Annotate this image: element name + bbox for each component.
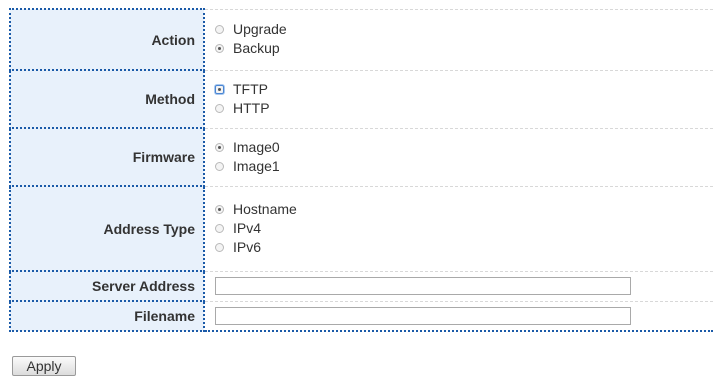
method-tftp-radio[interactable]: [215, 84, 224, 94]
firmware-image1-radio[interactable]: [215, 161, 224, 171]
firmware-label: Firmware: [9, 128, 205, 187]
address-type-option-ipv6[interactable]: IPv6: [215, 238, 713, 257]
firmware-image0-radio[interactable]: [215, 142, 224, 152]
method-option-http[interactable]: HTTP: [215, 99, 713, 118]
action-backup-radio[interactable]: [215, 44, 224, 53]
action-option-backup[interactable]: Backup: [215, 39, 713, 58]
method-option-tftp[interactable]: TFTP: [215, 80, 713, 99]
address-type-label: Address Type: [9, 186, 205, 272]
method-http-radio[interactable]: [215, 103, 224, 113]
server-address-label: Server Address: [9, 271, 205, 302]
action-label: Action: [9, 8, 205, 71]
action-option-upgrade[interactable]: Upgrade: [215, 20, 713, 39]
action-upgrade-radio[interactable]: [215, 25, 224, 34]
address-type-ipv4-radio[interactable]: [215, 223, 224, 233]
address-type-option-hostname[interactable]: Hostname: [215, 200, 713, 219]
filename-input[interactable]: [215, 306, 631, 325]
server-address-input[interactable]: [215, 277, 631, 295]
firmware-form: Action Upgrade Backup Method TFTP HTTP F…: [9, 8, 713, 332]
address-type-ipv6-radio[interactable]: [215, 242, 224, 252]
method-label: Method: [9, 70, 205, 129]
address-type-hostname-radio[interactable]: [215, 204, 224, 214]
filename-label: Filename: [9, 301, 205, 332]
apply-button[interactable]: Apply: [12, 356, 76, 376]
firmware-option-image1[interactable]: Image1: [215, 157, 713, 176]
firmware-option-image0[interactable]: Image0: [215, 138, 713, 157]
address-type-option-ipv4[interactable]: IPv4: [215, 219, 713, 238]
